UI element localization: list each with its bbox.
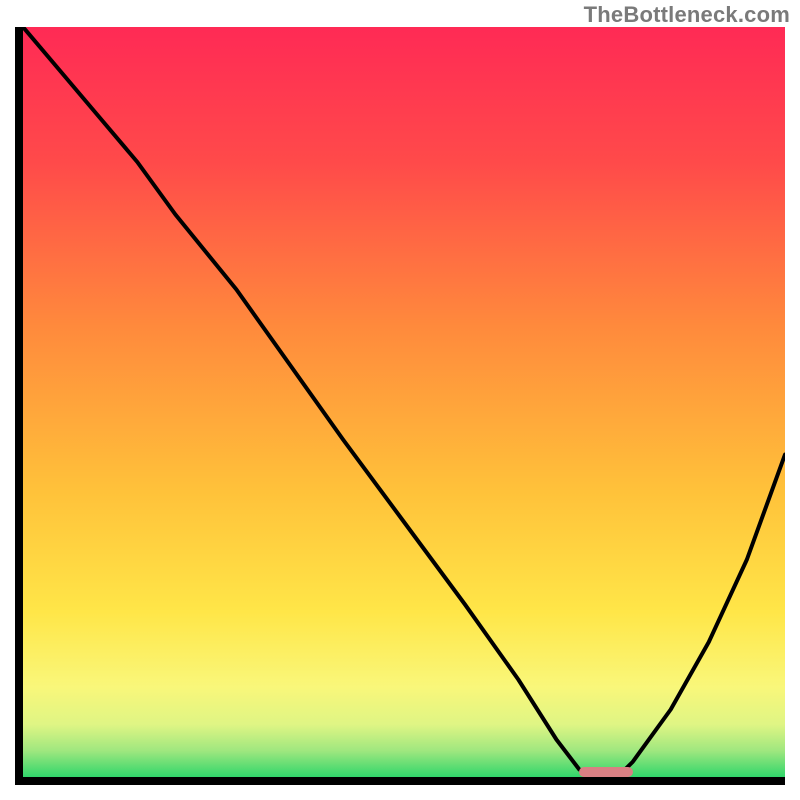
chart-container: TheBottleneck.com	[0, 0, 800, 800]
bottleneck-marker	[579, 767, 632, 777]
plot-area	[15, 27, 785, 785]
watermark-text: TheBottleneck.com	[584, 2, 790, 28]
bottleneck-curve	[23, 27, 785, 777]
